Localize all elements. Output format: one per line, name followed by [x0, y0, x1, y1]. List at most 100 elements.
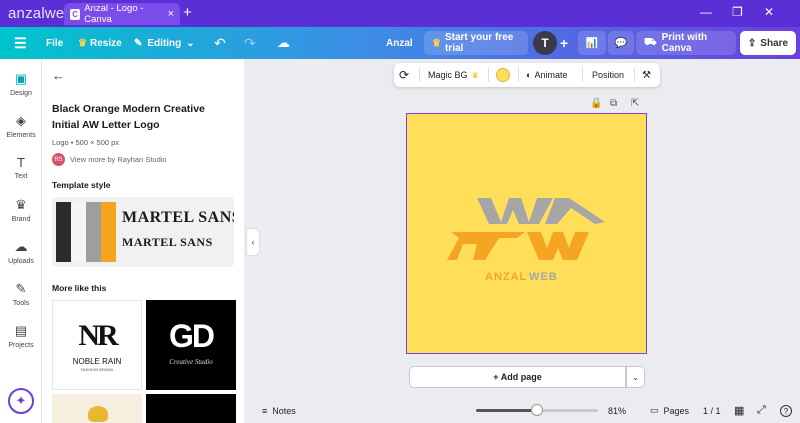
template-panel: ← Black Orange Modern Creative Initial A… — [42, 59, 244, 423]
animate-icon: ◐ — [526, 70, 532, 80]
file-menu[interactable]: File — [46, 27, 63, 59]
avatar[interactable]: T — [533, 31, 557, 55]
design-icon: ▣ — [14, 71, 28, 86]
divider — [518, 68, 519, 82]
back-arrow-icon[interactable]: ← — [52, 68, 65, 83]
add-page-icon[interactable]: ⇱ — [631, 98, 639, 109]
author-label: View more by Rayhan Studio — [70, 155, 167, 164]
thumb-shape — [88, 406, 108, 422]
notes-label: Notes — [272, 405, 296, 416]
undo-button[interactable]: ↶ — [214, 27, 226, 59]
notes-icon: ≡ — [262, 405, 268, 416]
tab-title: Anzal - Logo - Canva — [84, 3, 144, 25]
rail-item-brand[interactable]: ♛ Brand — [0, 197, 42, 223]
paint-format-icon[interactable]: ⚒ — [642, 63, 651, 87]
swatch-white — [71, 202, 86, 262]
animate-label: Animate — [534, 70, 568, 80]
add-page-dropdown[interactable]: ⌄ — [626, 366, 645, 388]
editing-dropdown[interactable]: ✎ Editing ⌄ — [134, 27, 195, 59]
truck-icon: ⛟ — [644, 36, 657, 48]
template-style-card[interactable]: MARTEL SANS MARTEL SANS — [52, 197, 234, 267]
rail-item-projects[interactable]: ▤ Projects — [0, 323, 42, 349]
zoom-slider-fill — [476, 409, 537, 412]
redo-button[interactable]: ↷ — [244, 27, 256, 59]
share-icon: ⇪ — [747, 37, 757, 49]
divider — [419, 68, 420, 82]
chevron-left-icon: ‹ — [251, 237, 255, 247]
editing-label: Editing — [147, 37, 182, 49]
add-page-button[interactable]: + Add page — [409, 366, 626, 388]
help-button[interactable]: ? — [780, 398, 792, 423]
editor-topbar: ☰ File ♛ Resize ✎ Editing ⌄ ↶ ↷ ☁ Anzal ♛ St… — [0, 27, 800, 59]
rail-label: Elements — [6, 132, 36, 139]
template-title: Black Orange Modern Creative Initial AW … — [52, 103, 205, 131]
template-thumb-noble-rain[interactable]: NR NOBLE RAIN FASHION BRAND — [52, 300, 142, 390]
logo-orange-a — [447, 232, 525, 260]
close-window-button[interactable]: ✕ — [764, 5, 774, 19]
more-like-this-heading: More like this — [52, 283, 107, 293]
print-button[interactable]: ⛟ Print with Canva — [636, 31, 736, 55]
pages-label: Pages — [663, 405, 690, 416]
rail-item-elements[interactable]: ◈ Elements — [0, 113, 42, 139]
logo-gray-a — [545, 198, 605, 224]
swatch-black — [56, 202, 71, 262]
restore-button[interactable]: ❐ — [732, 5, 743, 19]
author-link[interactable]: RS View more by Rayhan Studio — [52, 153, 167, 166]
insights-icon[interactable]: 📊 — [578, 31, 606, 55]
grid-view-icon[interactable]: ▦ — [734, 398, 744, 423]
share-button[interactable]: ⇪ Share — [740, 31, 796, 55]
tab-close-icon[interactable]: × — [168, 8, 174, 20]
font-sample-heading: MARTEL SANS — [122, 209, 234, 226]
zoom-slider-knob[interactable] — [531, 404, 543, 416]
rail-item-text[interactable]: T Text — [0, 155, 42, 180]
logo-orange-w — [527, 232, 589, 260]
rail-item-design[interactable]: ▣ Design — [0, 71, 42, 97]
position-button[interactable]: Position — [592, 63, 624, 87]
rotate-icon[interactable]: ⟳ — [399, 63, 409, 87]
pages-icon: ▭ — [650, 405, 659, 415]
new-tab-button[interactable]: + — [183, 4, 192, 21]
thumb-brand-sub: FASHION BRAND — [80, 367, 114, 372]
notes-button[interactable]: ≡ Notes — [262, 398, 296, 423]
share-label: Share — [760, 37, 789, 49]
logo-gray-w — [477, 198, 553, 224]
magic-assistant-button[interactable]: ✦ — [8, 388, 34, 414]
rail-label: Uploads — [8, 258, 34, 265]
collapse-panel-button[interactable]: ‹ — [246, 228, 260, 256]
add-collaborator-button[interactable]: + — [560, 27, 568, 59]
zoom-level[interactable]: 81% — [608, 398, 626, 423]
aw-logo: ANZAL WEB — [447, 198, 605, 283]
animate-button[interactable]: ◐ Animate — [526, 63, 567, 87]
rail-label: Design — [10, 90, 32, 97]
template-meta: Logo • 500 × 500 px — [52, 138, 120, 147]
color-swatch — [496, 68, 510, 82]
canva-favicon-icon: C — [70, 8, 81, 20]
divider — [634, 68, 635, 82]
template-thumb-4[interactable] — [146, 394, 236, 423]
menu-icon[interactable]: ☰ — [14, 27, 27, 59]
color-picker[interactable] — [496, 63, 510, 87]
design-canvas[interactable]: ANZAL WEB — [406, 113, 647, 354]
zoom-slider[interactable] — [476, 404, 598, 416]
magic-bg-button[interactable]: Magic BG ♛ — [428, 63, 479, 87]
template-thumb-gd[interactable]: GD Creative Studio — [146, 300, 236, 390]
lock-icon[interactable]: 🔒 — [590, 98, 602, 109]
duplicate-page-icon[interactable]: ⧉ — [610, 98, 617, 109]
document-name[interactable]: Anzal — [386, 27, 413, 59]
magic-bg-label: Magic BG — [428, 70, 468, 80]
uploads-icon: ☁ — [14, 239, 28, 254]
resize-button[interactable]: ♛ Resize — [78, 27, 122, 59]
gd-monogram: GD — [169, 318, 215, 354]
minimize-button[interactable]: — — [700, 5, 712, 19]
nr-monogram: NR — [78, 319, 118, 352]
comment-icon[interactable]: 💬 — [608, 31, 634, 55]
fullscreen-icon[interactable]: ⤢ — [757, 398, 766, 423]
free-trial-button[interactable]: ♛ Start your free trial — [424, 31, 528, 55]
rail-item-tools[interactable]: ✎ Tools — [0, 281, 42, 307]
browser-tab[interactable]: C Anzal - Logo - Canva × — [64, 3, 180, 25]
rail-item-uploads[interactable]: ☁ Uploads — [0, 239, 42, 265]
pages-button[interactable]: ▭ Pages — [650, 398, 689, 423]
template-thumb-3[interactable] — [52, 394, 142, 423]
cloud-save-icon[interactable]: ☁ — [277, 27, 290, 59]
brand-icon: ♛ — [15, 197, 27, 212]
